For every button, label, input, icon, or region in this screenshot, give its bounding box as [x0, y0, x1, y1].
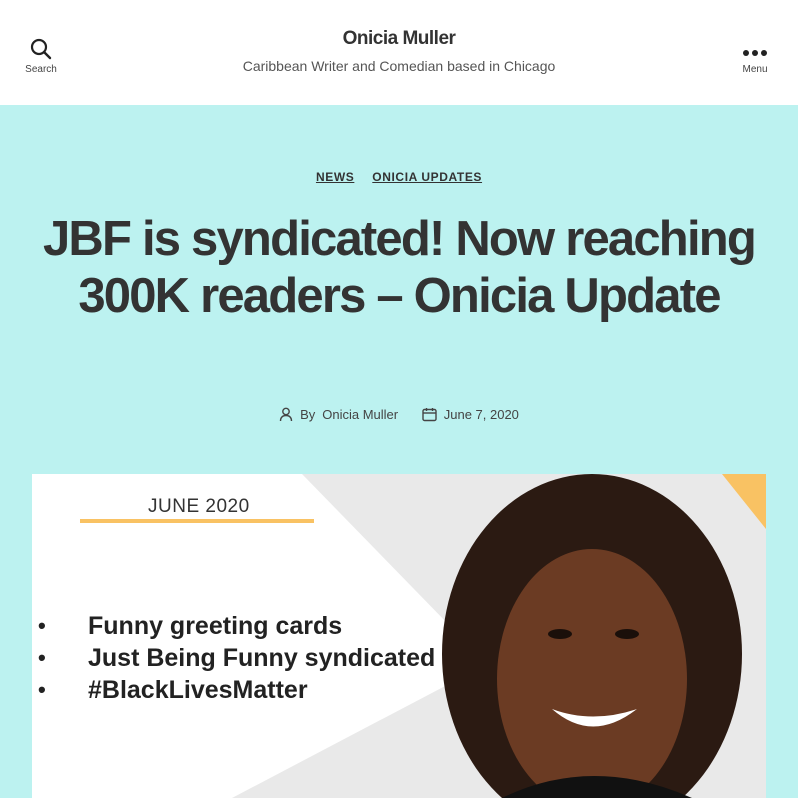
bullet-item: Just Being Funny syndicated [32, 642, 435, 674]
calendar-icon [422, 408, 437, 422]
post-author: By Onicia Muller [279, 407, 398, 422]
author-link[interactable]: Onicia Muller [322, 407, 398, 422]
person-icon [279, 407, 293, 422]
category-news-link[interactable]: NEWS [316, 170, 354, 184]
post-header: NEWS ONICIA UPDATES JBF is syndicated! N… [0, 105, 798, 798]
post-meta: By Onicia Muller June 7, 2020 [0, 407, 798, 425]
bullet-item: #BlackLivesMatter [32, 674, 435, 706]
featured-image: JUNE 2020 Funny greeting cards Just Bein… [32, 474, 766, 798]
image-bullet-list: Funny greeting cards Just Being Funny sy… [32, 610, 435, 706]
bullet-item: Funny greeting cards [32, 610, 435, 642]
post-categories: NEWS ONICIA UPDATES [0, 170, 798, 184]
menu-label: Menu [742, 64, 768, 75]
more-dots-icon [743, 50, 767, 56]
site-title[interactable]: Onicia Muller [0, 28, 798, 50]
site-header: Search Onicia Muller Caribbean Writer an… [0, 0, 798, 105]
date-link[interactable]: June 7, 2020 [444, 407, 519, 422]
image-date-text: JUNE 2020 [148, 496, 250, 517]
post-date: June 7, 2020 [422, 407, 519, 422]
author-prefix: By [300, 407, 316, 422]
post-title: JBF is syndicated! Now reaching 300K rea… [42, 212, 757, 323]
image-accent-line [80, 519, 314, 523]
menu-toggle[interactable]: Menu [728, 38, 782, 82]
site-description: Caribbean Writer and Comedian based in C… [242, 58, 556, 74]
category-onicia-updates-link[interactable]: ONICIA UPDATES [372, 170, 482, 184]
